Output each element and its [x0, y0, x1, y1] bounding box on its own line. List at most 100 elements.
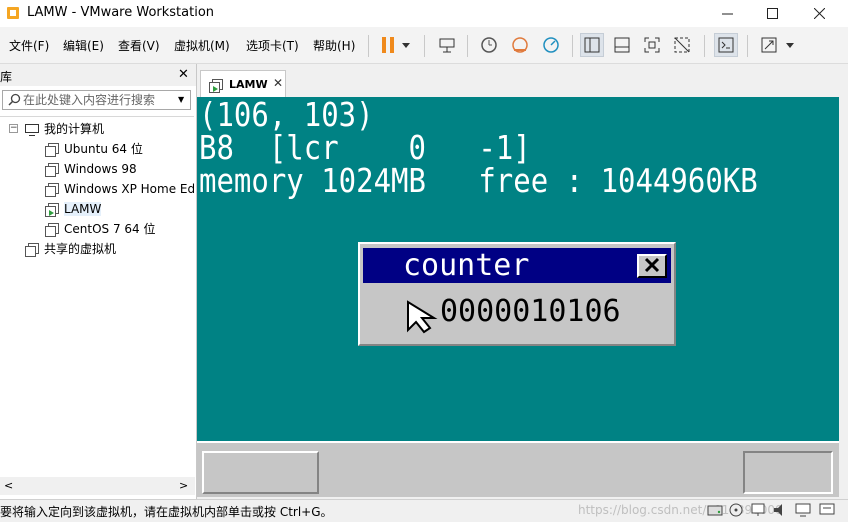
unity-mode-button[interactable]	[670, 33, 694, 57]
vm-icon	[45, 142, 59, 157]
power-dropdown[interactable]	[398, 33, 414, 57]
scroll-left-icon[interactable]: <	[4, 479, 13, 492]
window-title: LAMW - VMware Workstation	[27, 5, 215, 20]
snapshot-clock-icon	[481, 37, 497, 53]
tree-vm-windows98[interactable]: Windows 98	[45, 159, 137, 179]
tree-label: 我的计算机	[44, 122, 105, 136]
bottom-panel-icon	[614, 37, 630, 53]
library-close-icon[interactable]: ✕	[178, 67, 189, 82]
toolbar-separator	[572, 35, 573, 57]
tree-vm-ubuntu[interactable]: Ubuntu 64 位	[45, 139, 143, 159]
vm-console[interactable]: (106, 103) B8 [lcr 0 -1] memory 1024MB f…	[197, 97, 839, 497]
snapshot-manager-button[interactable]	[539, 33, 563, 57]
right-scroll-strip[interactable]	[839, 64, 848, 499]
maximize-button[interactable]	[749, 0, 795, 26]
mouse-cursor-icon	[407, 300, 438, 334]
send-ctrl-alt-del-button[interactable]	[435, 33, 459, 57]
vmware-app-icon	[7, 7, 19, 19]
tree-label: 共享的虚拟机	[44, 242, 117, 256]
library-horizontal-scrollbar[interactable]: < >	[0, 477, 195, 495]
minimize-button[interactable]	[704, 0, 750, 26]
tab-strip: LAMW ✕	[197, 64, 839, 97]
thumbnail-bar-button[interactable]	[610, 33, 634, 57]
scroll-right-icon[interactable]: >	[179, 479, 188, 492]
network-icon[interactable]	[751, 503, 765, 517]
close-icon	[813, 7, 825, 19]
revert-snapshot-button[interactable]	[508, 33, 532, 57]
toolbar-separator	[747, 35, 748, 57]
sound-icon[interactable]	[773, 503, 787, 517]
cd-rom-icon[interactable]	[729, 503, 743, 517]
shared-vm-icon	[25, 242, 39, 257]
counter-window-titlebar[interactable]: counter	[363, 248, 671, 283]
menu-file[interactable]: 文件(F)	[9, 37, 49, 54]
library-panel: 库 ✕ ▼ − 我的计算机 Ubuntu 64 位 Windows 98 Win…	[0, 64, 197, 499]
tree-label: LAMW	[64, 202, 102, 216]
guest-taskbar-button-left[interactable]	[202, 451, 319, 494]
tab-label: LAMW	[229, 78, 268, 91]
keyboard-icon	[439, 38, 455, 53]
vm-icon	[45, 222, 59, 237]
menu-vm[interactable]: 虚拟机(M)	[174, 37, 230, 54]
close-window-button[interactable]	[796, 0, 842, 26]
tree-my-computer[interactable]: 我的计算机	[25, 119, 104, 139]
library-title: 库	[0, 70, 13, 84]
minimize-icon	[721, 13, 733, 14]
guest-taskbar	[197, 441, 839, 497]
status-message: 要将输入定向到该虚拟机，请在虚拟机内部单击或按 Ctrl+G。	[0, 505, 333, 519]
console-line-memory: memory 1024MB free : 1044960KB	[199, 161, 758, 201]
show-library-button[interactable]	[580, 33, 604, 57]
snapshot-manager-icon	[543, 37, 559, 53]
toolbar-separator	[368, 35, 369, 57]
counter-close-button[interactable]	[637, 254, 667, 278]
menu-edit[interactable]: 编辑(E)	[63, 37, 104, 54]
console-view-button[interactable]	[714, 33, 738, 57]
menu-help[interactable]: 帮助(H)	[313, 37, 355, 54]
library-search[interactable]: ▼	[2, 90, 191, 110]
tree-shared-vms[interactable]: 共享的虚拟机	[25, 239, 116, 259]
counter-window-title: counter	[403, 248, 530, 283]
toolbar-separator	[704, 35, 705, 57]
search-dropdown-icon[interactable]: ▼	[178, 95, 184, 104]
title-bar: LAMW - VMware Workstation	[0, 0, 848, 27]
stretch-view-dropdown[interactable]	[783, 33, 797, 57]
display-icon[interactable]	[795, 503, 811, 517]
unity-icon	[674, 37, 690, 53]
chevron-down-icon	[786, 42, 794, 48]
tab-lamw[interactable]: LAMW ✕	[200, 70, 286, 97]
fullscreen-icon	[644, 37, 660, 53]
tree-label: Windows 98	[64, 162, 137, 176]
guest-taskbar-tray[interactable]	[743, 451, 833, 494]
collapse-toggle[interactable]: −	[9, 124, 18, 133]
pause-button[interactable]	[376, 33, 400, 57]
pause-icon	[382, 37, 394, 53]
hard-disk-icon[interactable]	[707, 503, 723, 517]
tree-label: Ubuntu 64 位	[64, 142, 143, 156]
status-bar: 要将输入定向到该虚拟机，请在虚拟机内部单击或按 Ctrl+G。 https://…	[0, 499, 848, 522]
running-vm-icon	[209, 79, 223, 93]
toolbar-separator	[467, 35, 468, 57]
tree-vm-lamw[interactable]: LAMW	[45, 199, 102, 219]
maximize-icon	[766, 7, 778, 19]
library-header: 库 ✕	[0, 64, 196, 86]
menu-view[interactable]: 查看(V)	[118, 37, 160, 54]
menu-toolbar: 文件(F) 编辑(E) 查看(V) 虚拟机(M) 选项卡(T) 帮助(H)	[0, 27, 848, 64]
vm-tree: − 我的计算机 Ubuntu 64 位 Windows 98 Windows X…	[0, 116, 194, 482]
stretch-view-button[interactable]	[757, 33, 781, 57]
running-vm-icon	[45, 202, 59, 217]
fullscreen-button[interactable]	[640, 33, 664, 57]
counter-window[interactable]: counter 0000010106	[358, 242, 676, 346]
stretch-icon	[761, 37, 777, 53]
tree-vm-windowsxp[interactable]: Windows XP Home Ed	[45, 179, 194, 199]
tab-close-icon[interactable]: ✕	[273, 76, 283, 90]
search-input[interactable]	[23, 92, 173, 108]
chevron-down-icon	[402, 42, 410, 48]
message-icon[interactable]	[819, 503, 835, 517]
tree-label: CentOS 7 64 位	[64, 222, 156, 236]
revert-snapshot-icon	[512, 37, 528, 53]
search-icon	[8, 93, 21, 106]
tree-vm-centos[interactable]: CentOS 7 64 位	[45, 219, 155, 239]
sidebar-layout-icon	[584, 37, 600, 53]
snapshot-button[interactable]	[477, 33, 501, 57]
menu-tabs[interactable]: 选项卡(T)	[246, 37, 299, 54]
